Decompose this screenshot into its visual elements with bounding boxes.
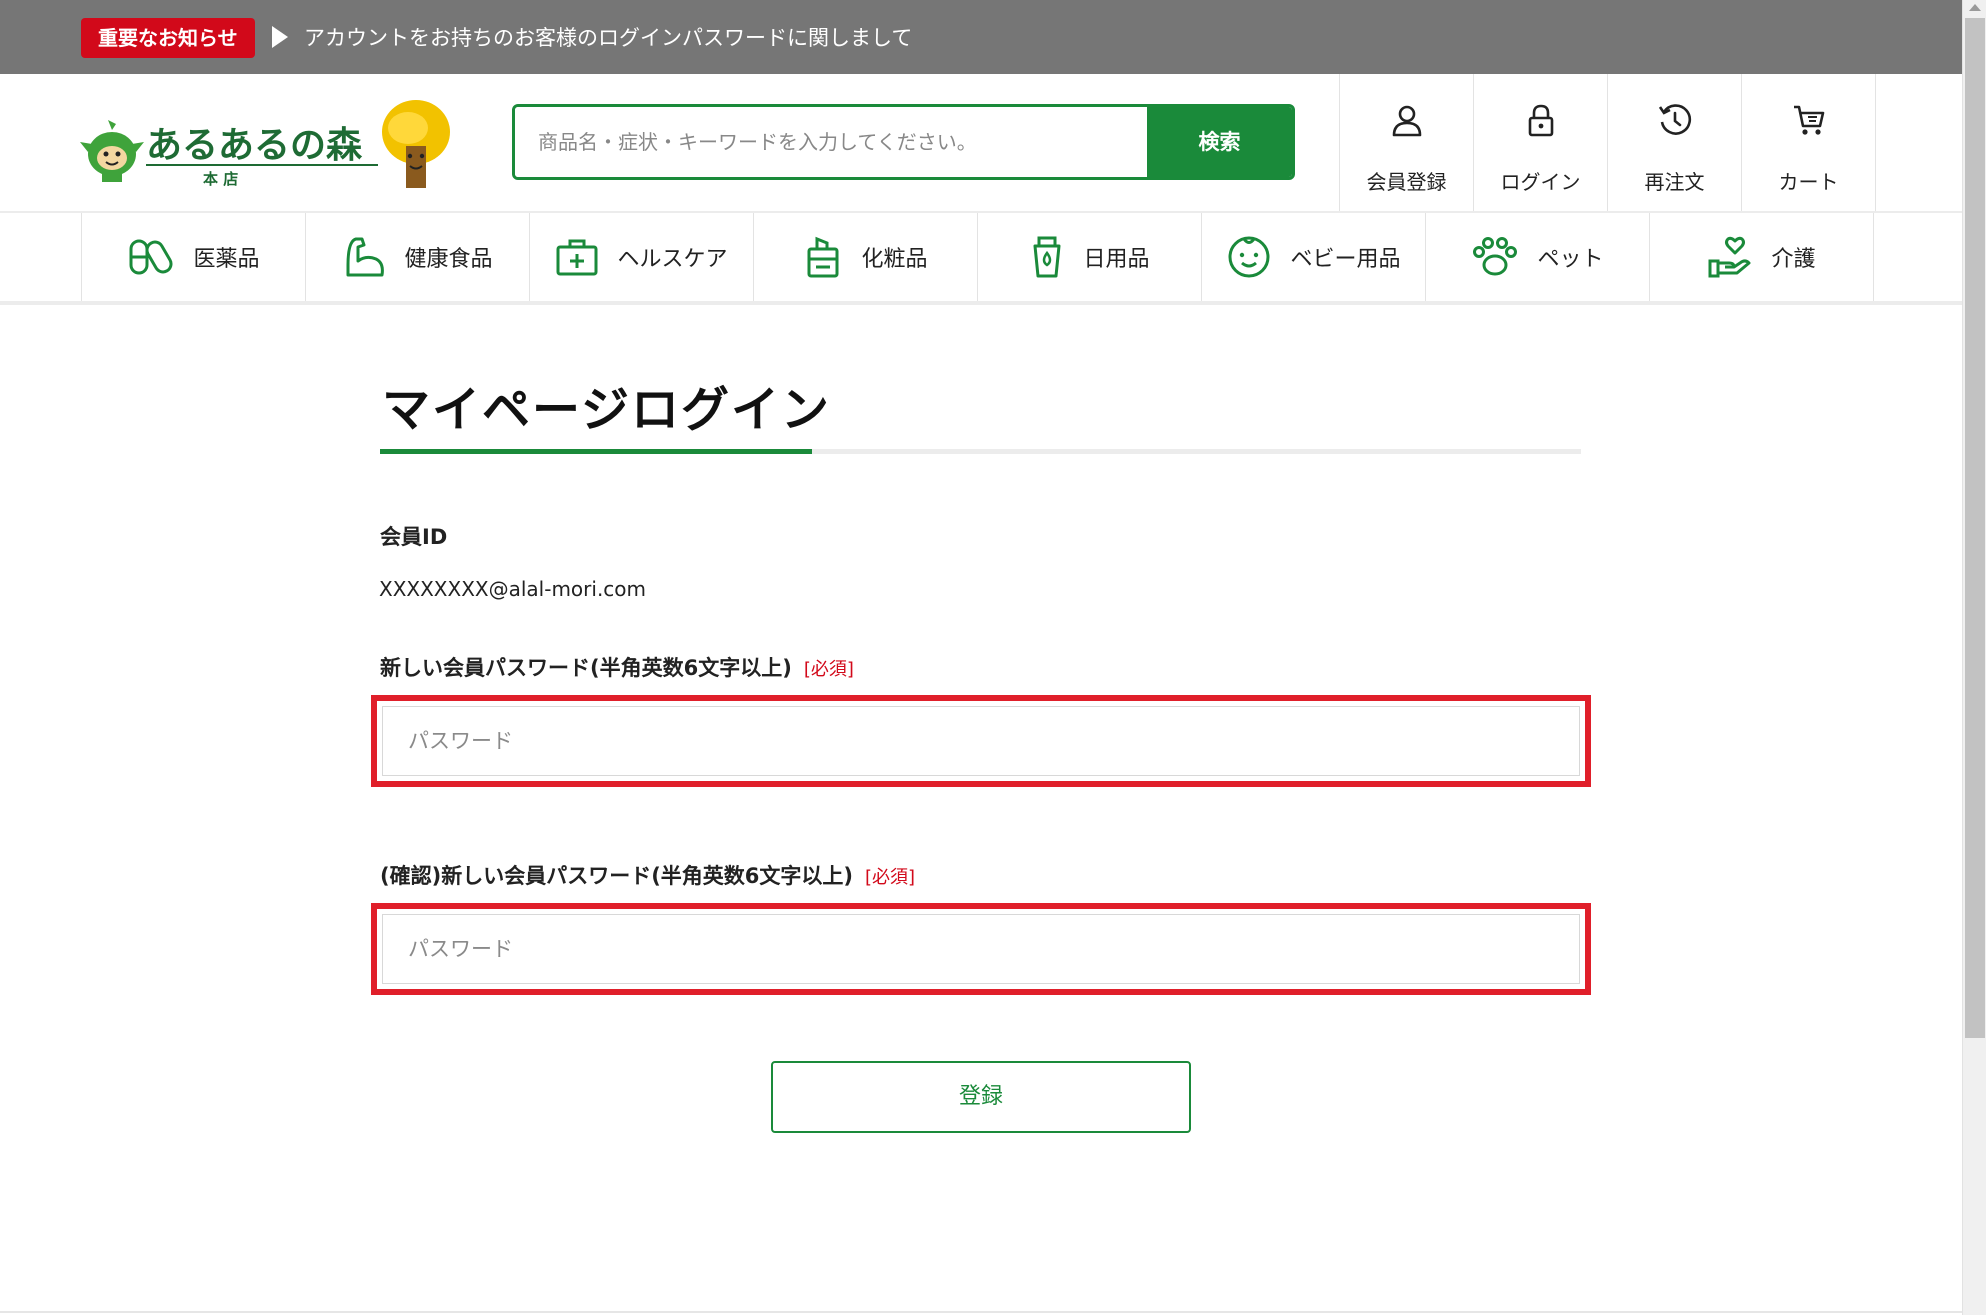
- nav-divider: [0, 301, 1962, 305]
- title-underline: [380, 449, 1581, 454]
- category-health-food[interactable]: 健康食品: [306, 213, 530, 301]
- category-pet[interactable]: ペット: [1426, 213, 1650, 301]
- category-nursing-care[interactable]: 介護: [1650, 213, 1874, 301]
- category-label: 介護: [1771, 247, 1816, 272]
- new-password-label: 新しい会員パスワード(半角英数6文字以上) [必須]: [380, 652, 854, 682]
- category-label: 健康食品: [404, 247, 493, 272]
- paw-icon: [1473, 237, 1518, 276]
- category-label: ペット: [1537, 247, 1604, 272]
- user-icon: [1392, 105, 1422, 137]
- confirm-password-label-text: (確認)新しい会員パスワード(半角英数6文字以上): [380, 864, 854, 888]
- register-link[interactable]: 会員登録: [1340, 74, 1474, 212]
- vertical-scrollbar[interactable]: [1962, 0, 1986, 1315]
- new-password-field-highlight: [371, 695, 1591, 787]
- member-id-value: XXXXXXXX@alal-mori.com: [379, 577, 647, 601]
- confirm-password-label: (確認)新しい会員パスワード(半角英数6文字以上) [必須]: [380, 860, 915, 890]
- svg-text:本 店: 本 店: [203, 170, 238, 188]
- utility-nav: 会員登録 ログイン 再注文 カート: [1339, 74, 1876, 212]
- tree-icon: [382, 100, 450, 188]
- muscle-icon: [346, 237, 385, 277]
- category-label: 医薬品: [193, 247, 260, 272]
- member-id-label: 会員ID: [380, 525, 448, 549]
- category-healthcare[interactable]: ヘルスケア: [530, 213, 754, 301]
- history-icon: [1658, 104, 1692, 135]
- mascot-icon: [80, 120, 144, 182]
- category-label: ヘルスケア: [617, 247, 728, 272]
- reorder-link[interactable]: 再注文: [1608, 74, 1742, 212]
- new-password-label-text: 新しい会員パスワード(半角英数6文字以上): [380, 656, 792, 680]
- title-underline-accent: [380, 449, 812, 454]
- register-submit-button[interactable]: 登録: [771, 1061, 1191, 1133]
- cart-icon: [1794, 105, 1825, 135]
- important-notice-badge[interactable]: 重要なお知らせ: [81, 18, 255, 58]
- login-link[interactable]: ログイン: [1474, 74, 1608, 212]
- lock-icon: [1528, 104, 1554, 137]
- required-tag: [必須]: [803, 659, 854, 680]
- cosmetics-icon: [807, 236, 839, 278]
- required-tag: [必須]: [865, 867, 916, 888]
- search-button[interactable]: 検索: [1147, 107, 1292, 177]
- category-medicine[interactable]: 医薬品: [82, 213, 306, 301]
- footer-divider: [0, 1311, 1962, 1313]
- login-label: ログイン: [1500, 170, 1581, 194]
- play-arrow-icon: [272, 26, 288, 48]
- scroll-up-arrow-icon[interactable]: [1969, 4, 1981, 11]
- pills-icon: [129, 239, 173, 275]
- reorder-label: 再注文: [1644, 170, 1705, 194]
- category-label: ベビー用品: [1290, 247, 1401, 272]
- first-aid-icon: [556, 239, 598, 276]
- baby-face-icon: [1228, 236, 1270, 278]
- category-label: 化粧品: [861, 247, 928, 272]
- site-logo[interactable]: あるあるの森 本 店: [78, 94, 458, 194]
- scrollbar-thumb[interactable]: [1965, 18, 1985, 1038]
- confirm-password-field-highlight: [371, 903, 1591, 995]
- category-label: 日用品: [1083, 247, 1150, 272]
- new-password-input[interactable]: [382, 706, 1580, 776]
- search-input[interactable]: [515, 107, 1147, 177]
- svg-text:あるあるの森: あるあるの森: [146, 125, 363, 166]
- cart-label: カート: [1778, 170, 1839, 194]
- category-daily-goods[interactable]: 日用品: [978, 213, 1202, 301]
- care-hand-icon: [1708, 236, 1751, 278]
- confirm-password-input[interactable]: [382, 914, 1580, 984]
- register-label: 会員登録: [1366, 170, 1447, 194]
- category-baby[interactable]: ベビー用品: [1202, 213, 1426, 301]
- category-nav: 医薬品 健康食品 ヘルスケア 化粧品 日用品 ベビー用品 ペット 介護: [81, 213, 1874, 301]
- category-cosmetics[interactable]: 化粧品: [754, 213, 978, 301]
- cart-link[interactable]: カート: [1742, 74, 1876, 212]
- notice-bar: 重要なお知らせ アカウントをお持ちのお客様のログインパスワードに関しまして: [0, 0, 1962, 74]
- bottle-icon: [1033, 236, 1061, 278]
- notice-link[interactable]: アカウントをお持ちのお客様のログインパスワードに関しまして: [304, 22, 912, 54]
- search-box: 検索: [512, 104, 1295, 180]
- page-title: マイページログイン: [382, 382, 832, 438]
